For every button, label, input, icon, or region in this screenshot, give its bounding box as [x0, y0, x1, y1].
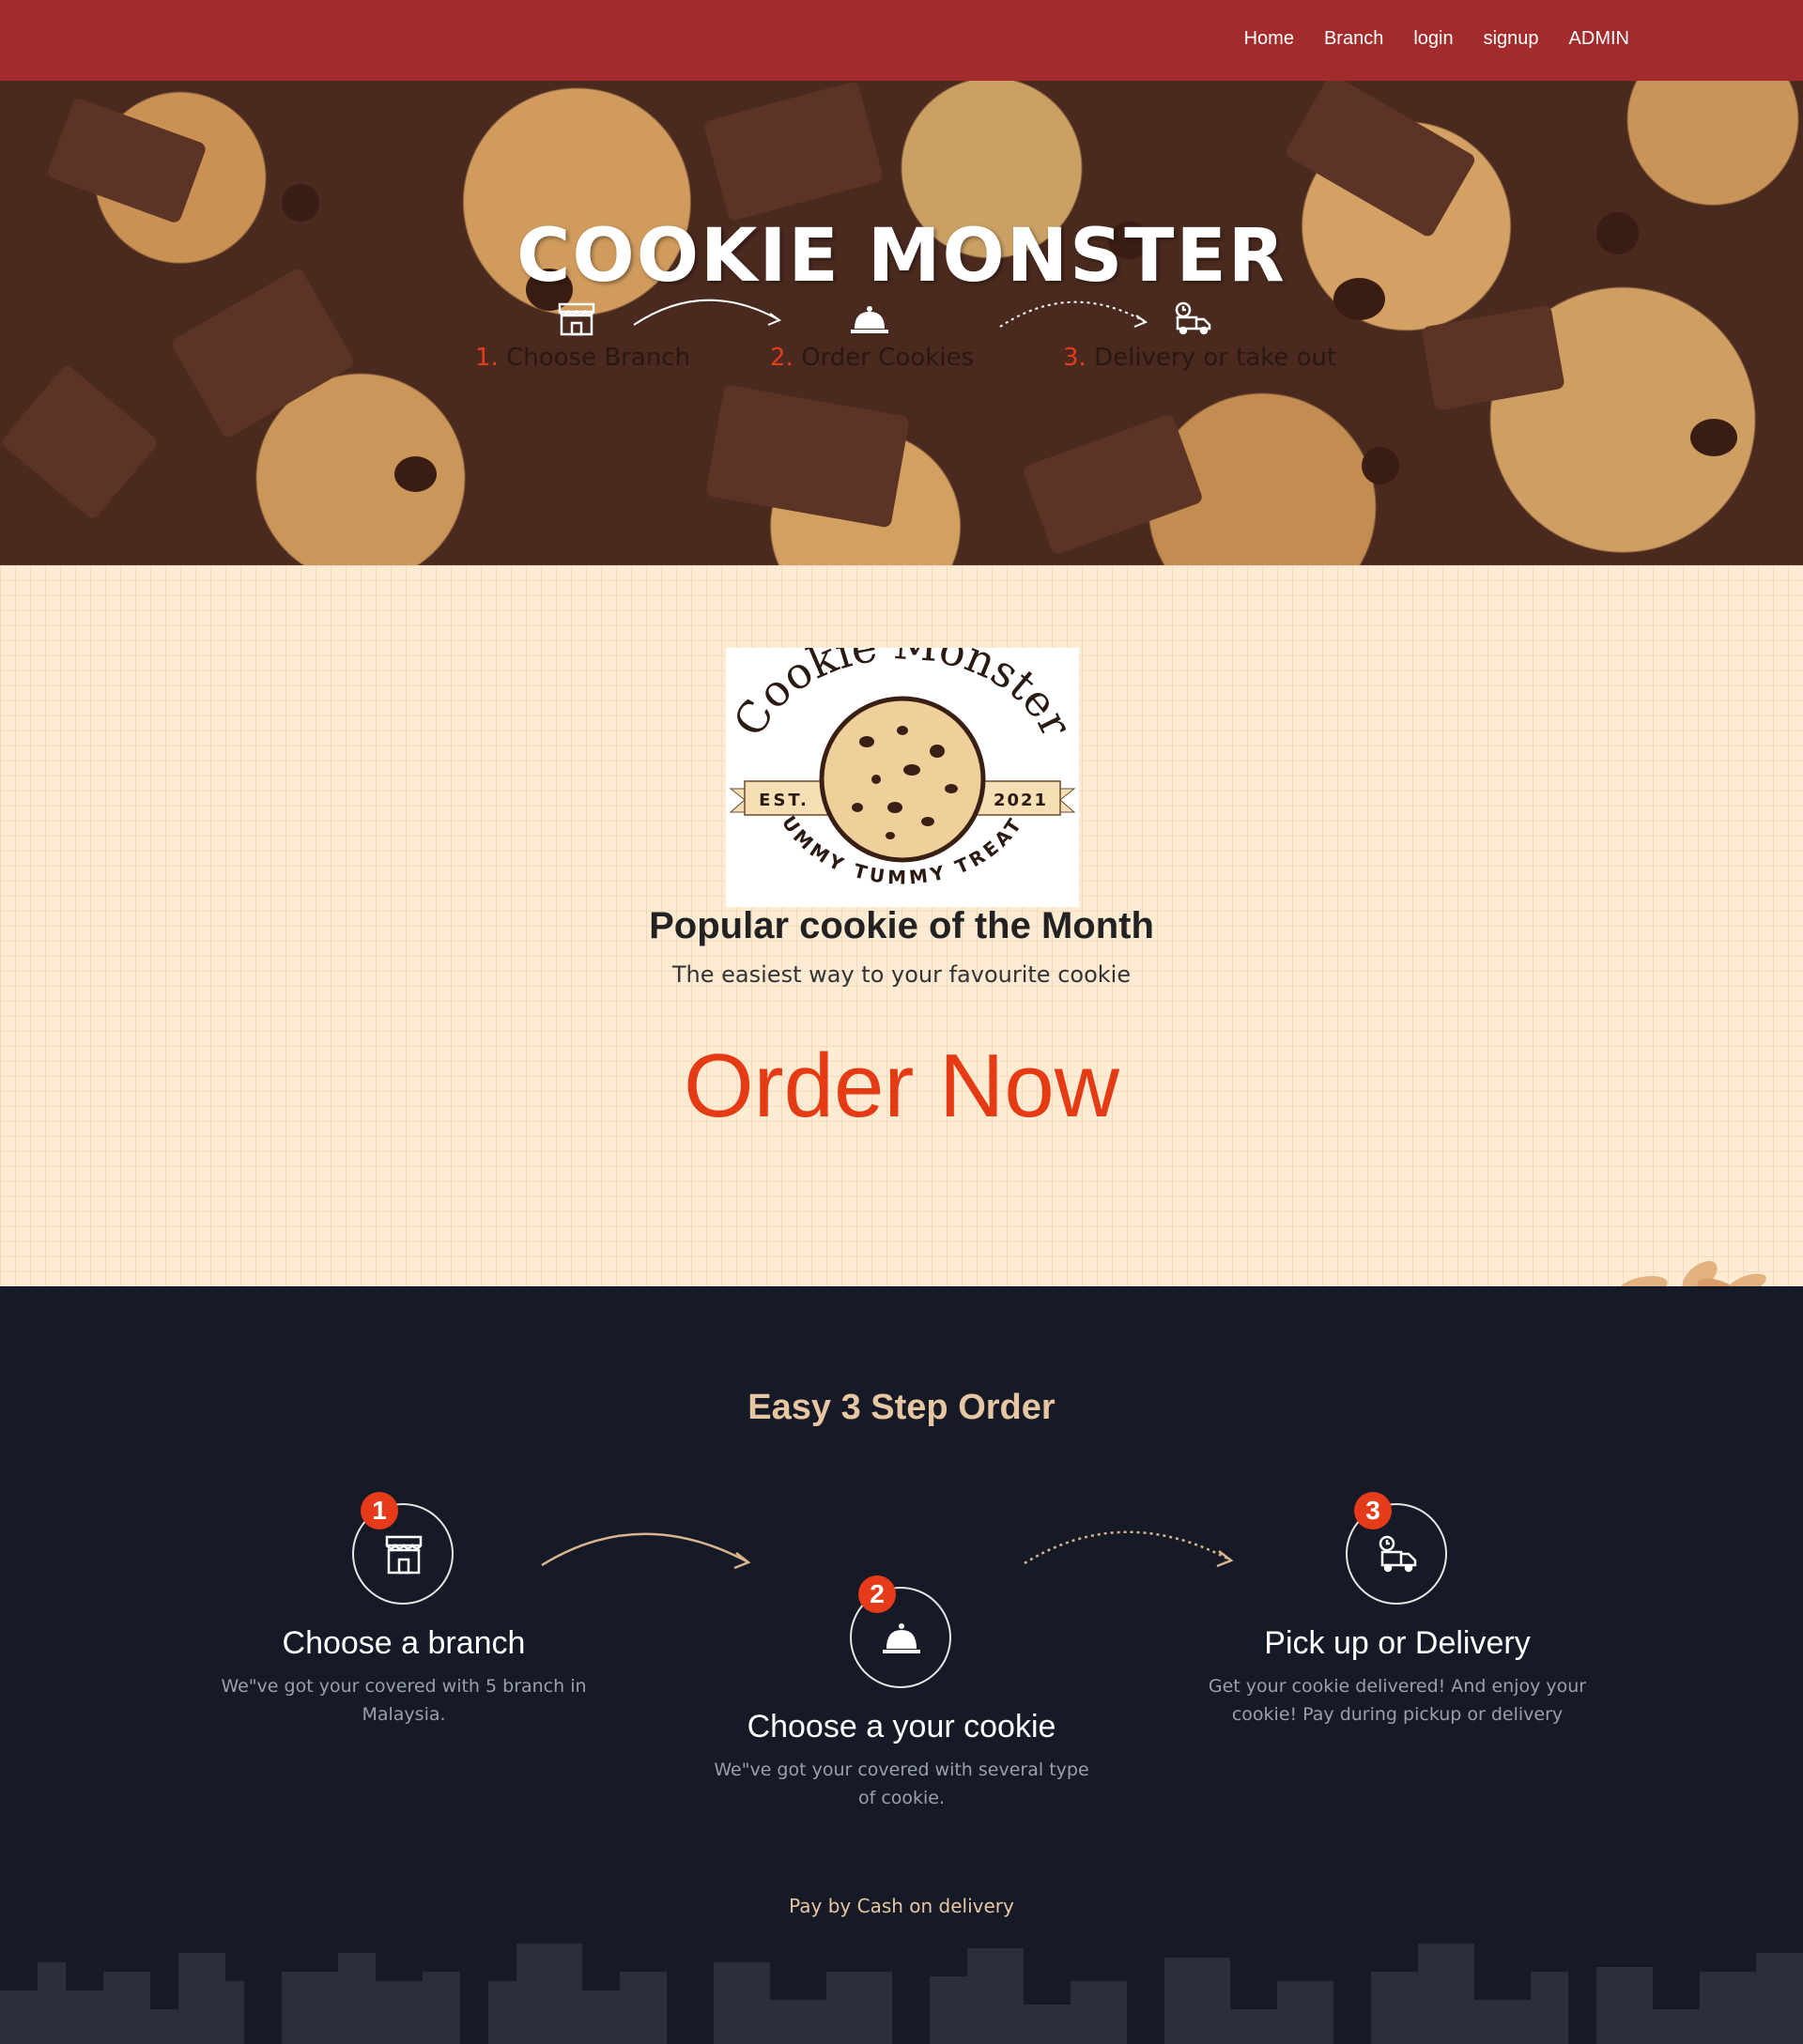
nav-menu: Home Branch login signup ADMIN [1244, 28, 1629, 50]
payment-note: Pay by Cash on delivery [789, 1895, 1014, 1917]
order-now-button[interactable]: Order Now [0, 1035, 1803, 1138]
logo-est-text: EST. [759, 791, 809, 810]
hero-step-3: 3. Delivery or take out [1063, 344, 1336, 372]
hero-title: COOKIE MONSTER [516, 214, 1287, 299]
curved-arrow-icon [633, 299, 782, 326]
step-card-3: 3 Pick up or Delivery Get your cookie de… [1200, 1492, 1595, 1747]
dotted-arrow-icon [999, 300, 1148, 328]
promo-title: Popular cookie of the Month [649, 905, 1154, 946]
nav-home-link[interactable]: Home [1244, 28, 1294, 49]
cloche-icon [883, 1623, 920, 1653]
city-skyline-decoration [0, 1944, 1803, 2044]
hero-banner: COOKIE MONSTER 1. Choose Branch 2. Order… [0, 81, 1803, 565]
step-card-2: 2 Choose a your cookie We"ve got your co… [704, 1575, 1099, 1831]
hero-step-number: 1. [475, 344, 499, 372]
nav-admin-link[interactable]: ADMIN [1569, 28, 1629, 49]
step-description: Get your cookie delivered! And enjoy you… [1208, 1676, 1587, 1725]
step-badge: 1 [361, 1492, 398, 1529]
promo-subtitle: The easiest way to your favourite cookie [671, 961, 1132, 988]
curved-arrow-icon [541, 1532, 751, 1570]
cloche-icon [849, 300, 890, 336]
hero-step-number: 3. [1063, 344, 1086, 372]
nav-branch-link[interactable]: Branch [1324, 28, 1383, 49]
hero-step-label: Choose Branch [506, 344, 691, 372]
hero-step-2: 2. Order Cookies [770, 344, 974, 372]
promo-section: Cookie Monster EST. 2021 YUMMY TUMMY TRE… [0, 565, 1803, 1314]
nav-signup-link[interactable]: signup [1484, 28, 1539, 49]
delivery-truck-icon [1172, 300, 1213, 336]
cookie-monster-logo: Cookie Monster EST. 2021 YUMMY TUMMY TRE… [717, 618, 1082, 907]
steps-section: Easy 3 Step Order 1 Choose a branch We"v… [0, 1286, 1803, 2044]
hero-step-label: Order Cookies [801, 344, 975, 372]
nav-login-link[interactable]: login [1413, 28, 1453, 49]
step-badge: 3 [1354, 1492, 1392, 1529]
step-title: Choose a your cookie [747, 1709, 1056, 1744]
store-icon [385, 1535, 423, 1575]
step-description: We"ve got your covered with several type… [714, 1760, 1089, 1808]
delivery-truck-icon [1379, 1535, 1417, 1573]
hero-step-number: 2. [770, 344, 794, 372]
hero-step-label: Delivery or take out [1094, 344, 1337, 372]
steps-title: Easy 3 Step Order [747, 1388, 1056, 1427]
hero-step-1: 1. Choose Branch [475, 344, 690, 372]
step-title: Pick up or Delivery [1264, 1625, 1531, 1661]
step-badge: 2 [858, 1575, 896, 1613]
step-title: Choose a branch [282, 1625, 526, 1661]
store-icon [556, 300, 597, 336]
top-navbar: Home Branch login signup ADMIN [0, 0, 1803, 81]
step-description: We"ve got your covered with 5 branch in … [221, 1676, 587, 1725]
logo-year-text: 2021 [994, 791, 1048, 810]
